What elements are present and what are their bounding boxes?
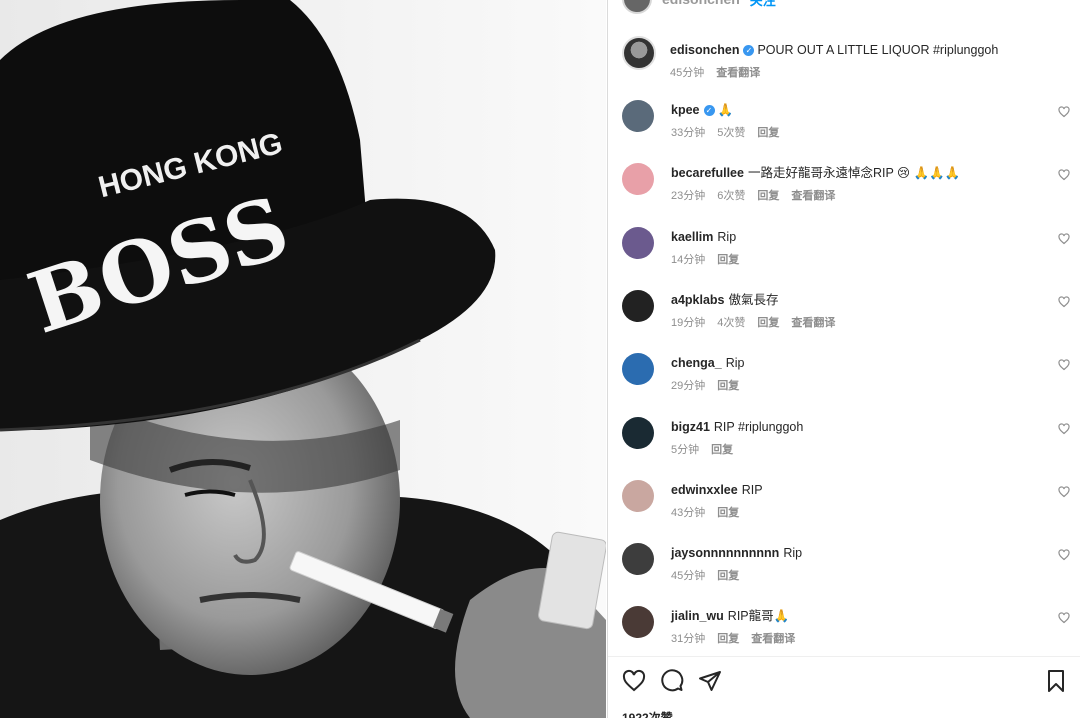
commenter-avatar[interactable] bbox=[622, 100, 654, 132]
caption-time[interactable]: 45分钟 bbox=[670, 64, 704, 80]
comment-time[interactable]: 19分钟 bbox=[671, 314, 705, 330]
reply-button[interactable]: 回复 bbox=[717, 251, 739, 267]
caption-text: POUR OUT A LITTLE LIQUOR #riplunggoh bbox=[757, 43, 999, 57]
comment-like-heart-icon[interactable] bbox=[1058, 296, 1070, 308]
comment-like-heart-icon[interactable] bbox=[1058, 106, 1070, 118]
caption-username[interactable]: edisonchen bbox=[670, 43, 739, 57]
comment-item: bigz41 RIP #riplunggoh 5分钟 回复 bbox=[622, 417, 1080, 457]
reply-button[interactable]: 回复 bbox=[711, 441, 733, 457]
comment-username[interactable]: chenga_ bbox=[671, 356, 722, 370]
comment-like-heart-icon[interactable] bbox=[1058, 549, 1070, 561]
commenter-avatar[interactable] bbox=[622, 290, 654, 322]
commenter-avatar[interactable] bbox=[622, 480, 654, 512]
post-header: edisonchen 关注 bbox=[622, 0, 776, 14]
header-username[interactable]: edisonchen bbox=[662, 0, 740, 7]
comment-text: RIP bbox=[741, 483, 763, 497]
verified-badge-icon: ✓ bbox=[743, 45, 755, 56]
reply-button[interactable]: 回复 bbox=[757, 314, 779, 330]
comment-item: becarefullee 一路走好龍哥永遠悼念RIP 😢 🙏🙏🙏 23分钟 6次赞 回复… bbox=[622, 163, 1080, 203]
comment-username[interactable]: edwinxxlee bbox=[671, 483, 738, 497]
post-photo: HONG KONG BOSS bbox=[0, 0, 606, 718]
comment-like-heart-icon[interactable] bbox=[1058, 359, 1070, 371]
comment-item: jaysonnnnnnnnnn Rip 45分钟 回复 bbox=[622, 543, 1080, 583]
comment-time[interactable]: 23分钟 bbox=[671, 187, 705, 203]
commenter-avatar[interactable] bbox=[622, 353, 654, 385]
commenter-avatar[interactable] bbox=[622, 543, 654, 575]
comment-like-heart-icon[interactable] bbox=[1058, 423, 1070, 435]
header-avatar[interactable] bbox=[622, 0, 652, 14]
commenter-avatar[interactable] bbox=[622, 227, 654, 259]
translate-button[interactable]: 查看翻译 bbox=[791, 187, 835, 203]
photo-illustration: HONG KONG BOSS bbox=[0, 0, 606, 718]
comment-item: chenga_ Rip 29分钟 回复 bbox=[622, 353, 1080, 393]
heart-outline-icon[interactable] bbox=[622, 669, 646, 693]
comment-time[interactable]: 5分钟 bbox=[671, 441, 699, 457]
comment-username[interactable]: a4pklabs bbox=[671, 293, 725, 307]
post-actions: 1922次赞 bbox=[608, 656, 1080, 718]
reply-button[interactable]: 回复 bbox=[717, 630, 739, 646]
reply-button[interactable]: 回复 bbox=[717, 567, 739, 583]
comment-like-heart-icon[interactable] bbox=[1058, 169, 1070, 181]
comment-like-heart-icon[interactable] bbox=[1058, 233, 1070, 245]
comment-text: RIP #riplunggoh bbox=[713, 420, 804, 434]
comment-username[interactable]: bigz41 bbox=[671, 420, 710, 434]
commenter-avatar[interactable] bbox=[622, 417, 654, 449]
likes-count[interactable]: 1922次赞 bbox=[622, 709, 673, 718]
comment-text: 🙏 bbox=[717, 103, 734, 117]
reply-button[interactable]: 回复 bbox=[717, 377, 739, 393]
verified-badge-icon: ✓ bbox=[703, 105, 715, 116]
caption-translate-button[interactable]: 查看翻译 bbox=[716, 64, 760, 80]
comment-username[interactable]: kaellim bbox=[671, 230, 713, 244]
comment-time[interactable]: 43分钟 bbox=[671, 504, 705, 520]
comment-text: Rip bbox=[717, 230, 737, 244]
translate-button[interactable]: 查看翻译 bbox=[791, 314, 835, 330]
speech-bubble-icon[interactable] bbox=[660, 669, 684, 693]
caption-avatar[interactable] bbox=[622, 36, 656, 70]
comment-item: jialin_wu RIP龍哥🙏 31分钟 回复 查看翻译 bbox=[622, 606, 1080, 646]
comment-username[interactable]: jialin_wu bbox=[671, 609, 724, 623]
comment-item: kaellim Rip 14分钟 回复 bbox=[622, 227, 1080, 267]
comment-item: a4pklabs 傲氣長存 19分钟 4次赞 回复 查看翻译 bbox=[622, 290, 1080, 330]
comment-like-heart-icon[interactable] bbox=[1058, 612, 1070, 624]
comment-time[interactable]: 29分钟 bbox=[671, 377, 705, 393]
comment-text: RIP龍哥🙏 bbox=[727, 609, 790, 623]
comment-likes[interactable]: 4次赞 bbox=[717, 314, 745, 330]
comment-username[interactable]: jaysonnnnnnnnnn bbox=[671, 546, 779, 560]
reply-button[interactable]: 回复 bbox=[757, 124, 779, 140]
comment-text: Rip bbox=[725, 356, 745, 370]
comment-likes[interactable]: 6次赞 bbox=[717, 187, 745, 203]
comment-time[interactable]: 33分钟 bbox=[671, 124, 705, 140]
comment-item: kpee ✓ 🙏 33分钟 5次赞 回复 bbox=[622, 100, 1080, 140]
comment-username[interactable]: kpee bbox=[671, 103, 700, 117]
comment-like-heart-icon[interactable] bbox=[1058, 486, 1070, 498]
follow-button[interactable]: 关注 bbox=[750, 0, 776, 9]
reply-button[interactable]: 回复 bbox=[717, 504, 739, 520]
comment-text: Rip bbox=[783, 546, 803, 560]
commenter-avatar[interactable] bbox=[622, 606, 654, 638]
commenter-avatar[interactable] bbox=[622, 163, 654, 195]
comment-item: edwinxxlee RIP 43分钟 回复 bbox=[622, 480, 1080, 520]
comment-time[interactable]: 31分钟 bbox=[671, 630, 705, 646]
post-caption: edisonchen ✓ POUR OUT A LITTLE LIQUOR #rip… bbox=[622, 36, 1070, 80]
reply-button[interactable]: 回复 bbox=[757, 187, 779, 203]
comment-time[interactable]: 45分钟 bbox=[671, 567, 705, 583]
comments-panel: edisonchen 关注 edisonchen✓POUR OUT A LITT… bbox=[607, 0, 1080, 718]
comment-time[interactable]: 14分钟 bbox=[671, 251, 705, 267]
comment-username[interactable]: becarefullee bbox=[671, 166, 744, 180]
comment-text: 傲氣長存 bbox=[728, 293, 779, 307]
translate-button[interactable]: 查看翻译 bbox=[751, 630, 795, 646]
paper-plane-icon[interactable] bbox=[698, 669, 722, 693]
bookmark-icon[interactable] bbox=[1044, 669, 1068, 693]
comment-likes[interactable]: 5次赞 bbox=[717, 124, 745, 140]
comment-text: 一路走好龍哥永遠悼念RIP 😢 🙏🙏🙏 bbox=[747, 166, 961, 180]
